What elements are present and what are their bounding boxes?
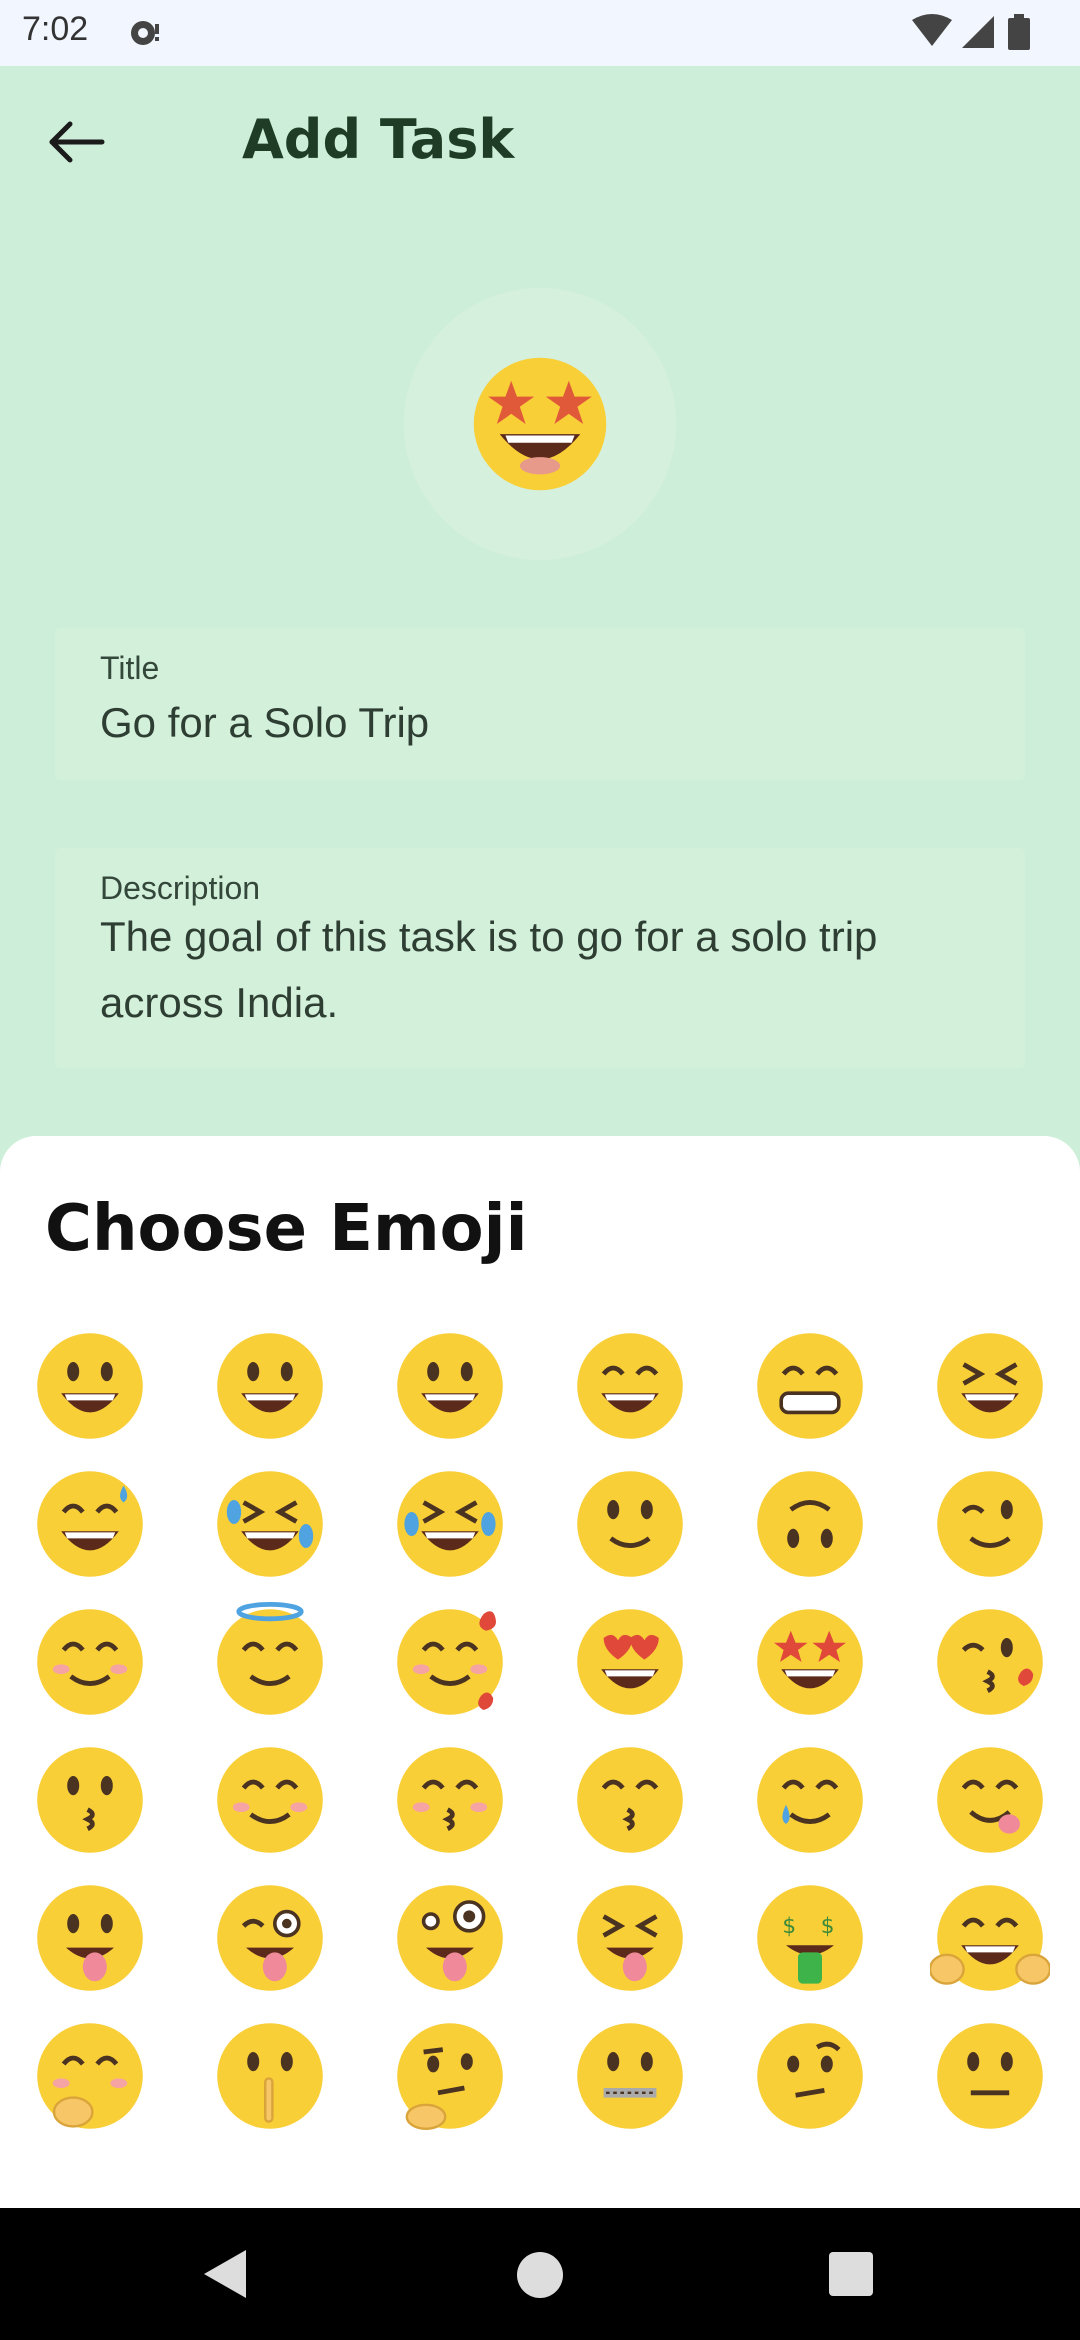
arrow-left-icon[interactable] [46,115,108,169]
emoji-option-rolling-on-floor-laughing[interactable] [210,1464,330,1584]
emoji-option-grinning-face-big-eyes[interactable] [210,1326,330,1446]
emoji-option-squinting-laughing-face[interactable] [930,1326,1050,1446]
emoji-option-smiling-hearts[interactable] [390,1602,510,1722]
emoji-picker-sheet: Choose Emoji $ $ [0,1136,1080,2208]
grinning-sweat-icon [37,1471,143,1577]
emoji-option-star-struck[interactable] [750,1602,870,1722]
smiling-blushing-eyes-icon [37,1609,143,1715]
title-input-value[interactable]: Go for a Solo Trip [100,690,985,756]
emoji-option-hand-over-mouth[interactable] [30,2016,150,2136]
emoji-option-smiling-face[interactable] [210,1740,330,1860]
status-time: 7:02 [22,10,89,48]
emoji-option-winking-face[interactable] [930,1464,1050,1584]
title-field[interactable]: Title Go for a Solo Trip [55,628,1025,780]
sheet-title: Choose Emoji [45,1192,528,1266]
winking-face-icon [937,1471,1043,1577]
emoji-option-grinning-smiling-eyes[interactable] [570,1326,690,1446]
emoji-option-hugging-face[interactable] [928,1878,1052,1998]
description-field[interactable]: Description The goal of this task is to … [55,848,1025,1068]
navigation-bar [0,2208,1080,2340]
description-label: Description [100,870,261,906]
triangle-back-icon[interactable] [200,2248,250,2300]
kissing-closed-eyes-icon [397,1747,503,1853]
selected-emoji-preview[interactable] [404,288,676,560]
emoji-option-smiling-blushing-eyes[interactable] [30,1602,150,1722]
face-blowing-kiss-icon [937,1609,1043,1715]
emoji-option-money-mouth-face[interactable]: $ $ [750,1878,870,1998]
grinning-smiling-eyes-icon [577,1333,683,1439]
emoji-option-neutral-face[interactable] [930,2016,1050,2136]
square-recents-icon[interactable] [829,2252,873,2296]
smiley-face-icon [397,1333,503,1439]
emoji-option-slightly-smiling-face[interactable] [570,1464,690,1584]
svg-text:$: $ [782,1914,796,1939]
description-input-value[interactable]: The goal of this task is to go for a sol… [100,904,985,1036]
upside-down-face-icon [757,1471,863,1577]
emoji-option-shushing-face[interactable] [210,2016,330,2136]
battery-icon [1008,14,1030,50]
smiling-face-icon [217,1747,323,1853]
status-bar: 7:02 [0,0,1080,66]
face-with-tongue-icon [37,1885,143,1991]
emoji-option-zany-face[interactable] [390,1878,510,1998]
emoji-option-grinning-sweat[interactable] [30,1464,150,1584]
squinting-laughing-face-icon [937,1333,1043,1439]
emoji-option-squinting-tongue[interactable] [570,1878,690,1998]
star-struck-icon [757,1609,863,1715]
hand-over-mouth-icon [37,2023,143,2129]
money-mouth-face-icon: $ $ [757,1885,863,1991]
emoji-option-face-blowing-kiss[interactable] [930,1602,1050,1722]
beaming-face-icon [757,1333,863,1439]
zany-face-icon [397,1885,503,1991]
emoji-option-zipper-mouth-face[interactable] [570,2016,690,2136]
winking-tongue-icon [217,1885,323,1991]
slightly-smiling-face-icon [577,1471,683,1577]
heart-eyes-icon [577,1609,683,1715]
tears-of-joy-icon [397,1471,503,1577]
grinning-face-icon [37,1333,143,1439]
emoji-option-face-savoring-food[interactable] [930,1740,1050,1860]
emoji-option-heart-eyes[interactable] [570,1602,690,1722]
emoji-option-kissing-face[interactable] [30,1740,150,1860]
status-icons [912,14,1030,50]
emoji-option-face-with-tongue[interactable] [30,1878,150,1998]
kissing-face-icon [37,1747,143,1853]
face-savoring-food-icon [937,1747,1043,1853]
emoji-option-thinking-face[interactable] [390,2016,510,2136]
emoji-option-beaming-face[interactable] [750,1326,870,1446]
rolling-on-floor-laughing-icon [217,1471,323,1577]
smiling-halo-icon [217,1602,323,1715]
smiling-tear-icon [757,1747,863,1853]
emoji-option-winking-tongue[interactable] [210,1878,330,1998]
emoji-option-smiley-face[interactable] [390,1326,510,1446]
hugging-face-icon [928,1885,1052,1991]
kissing-smiling-eyes-icon [577,1747,683,1853]
circle-home-icon[interactable] [517,2252,563,2298]
emoji-option-kissing-smiling-eyes[interactable] [570,1740,690,1860]
squinting-tongue-icon [577,1885,683,1991]
thinking-face-icon [397,2023,503,2130]
wifi-icon [912,14,952,46]
shushing-face-icon [217,2023,323,2129]
emoji-option-smiling-tear[interactable] [750,1740,870,1860]
neutral-face-icon [937,2023,1043,2129]
title-label: Title [100,650,160,686]
emoji-option-kissing-closed-eyes[interactable] [390,1740,510,1860]
smiling-hearts-icon [397,1609,503,1715]
zipper-mouth-face-icon [577,2023,683,2129]
star-struck-icon [473,357,607,491]
emoji-option-smiling-halo[interactable] [210,1602,330,1722]
emoji-option-grinning-face[interactable] [30,1326,150,1446]
cloud-sync-icon [131,21,159,45]
cellular-signal-icon [962,16,994,48]
raised-eyebrow-face-icon [757,2023,863,2129]
svg-text:$: $ [821,1914,835,1939]
page-title: Add Task [242,108,515,171]
emoji-option-tears-of-joy[interactable] [390,1464,510,1584]
emoji-option-raised-eyebrow-face[interactable] [750,2016,870,2136]
grinning-face-big-eyes-icon [217,1333,323,1439]
emoji-option-upside-down-face[interactable] [750,1464,870,1584]
